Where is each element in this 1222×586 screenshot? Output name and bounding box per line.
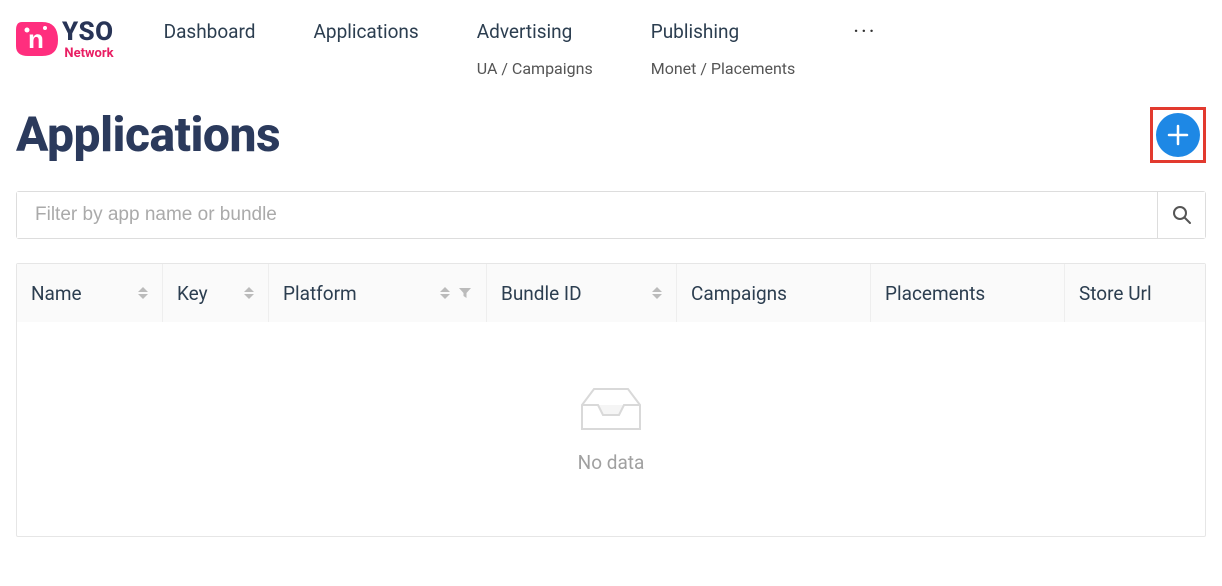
sort-icon[interactable] (440, 287, 450, 299)
table-body-empty: No data (17, 322, 1205, 536)
col-store[interactable]: Store Url (1065, 264, 1205, 322)
filter-input[interactable] (17, 192, 1157, 238)
top-nav: Dashboard Applications Advertising UA / … (164, 18, 877, 78)
nav-publishing[interactable]: Publishing (651, 18, 796, 43)
page-title: Applications (16, 106, 280, 163)
filter-icon[interactable] (458, 282, 472, 305)
logo-icon: n (16, 18, 58, 60)
sort-icon[interactable] (244, 287, 254, 299)
empty-inbox-icon (574, 385, 648, 435)
add-highlight-box (1150, 107, 1206, 163)
svg-text:n: n (28, 24, 44, 54)
sort-icon[interactable] (138, 287, 148, 299)
add-application-button[interactable] (1156, 113, 1200, 157)
col-campaigns[interactable]: Campaigns (677, 264, 871, 322)
col-placements[interactable]: Placements (871, 264, 1065, 322)
col-name[interactable]: Name (17, 264, 163, 322)
col-bundle[interactable]: Bundle ID (487, 264, 677, 322)
table-header: Name Key Platform (17, 264, 1205, 322)
search-icon (1172, 205, 1192, 225)
col-platform[interactable]: Platform (269, 264, 487, 322)
search-button[interactable] (1157, 192, 1205, 238)
logo[interactable]: n YSO Network (16, 18, 114, 60)
nav-applications[interactable]: Applications (314, 18, 419, 43)
nav-more[interactable]: ··· (853, 18, 876, 45)
logo-text-secondary: Network (64, 47, 113, 60)
applications-table: Name Key Platform (16, 263, 1206, 537)
empty-text: No data (578, 451, 645, 474)
nav-dashboard[interactable]: Dashboard (164, 18, 256, 43)
nav-advertising-sub[interactable]: UA / Campaigns (477, 59, 593, 78)
logo-text-primary: YSO (62, 19, 114, 45)
sort-icon[interactable] (652, 287, 662, 299)
nav-advertising[interactable]: Advertising (477, 18, 593, 43)
col-key[interactable]: Key (163, 264, 269, 322)
nav-publishing-sub[interactable]: Monet / Placements (651, 59, 796, 78)
plus-icon (1167, 124, 1189, 146)
